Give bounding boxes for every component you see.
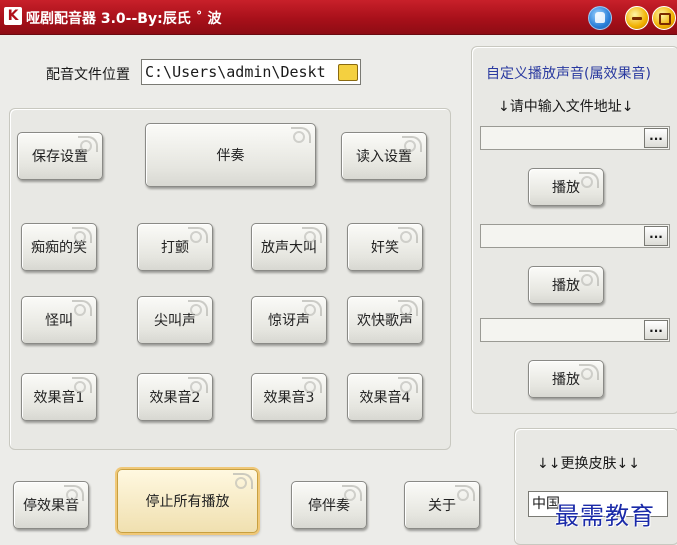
browse-button-2[interactable]: ...: [644, 226, 668, 246]
folder-icon[interactable]: [338, 64, 358, 81]
file-path-value: C:\Users\admin\Deskt: [145, 63, 326, 81]
effect-sound-4-button[interactable]: 效果音4: [347, 373, 423, 421]
title-bar: K 哑剧配音器 3.0--By:辰氏 ˚ 波: [0, 0, 677, 35]
effect-button-2[interactable]: 打颤: [137, 223, 213, 271]
browse-button-3[interactable]: ...: [644, 320, 668, 340]
minimize-button[interactable]: [625, 6, 649, 30]
effect-button-7[interactable]: 惊讶声: [251, 296, 327, 344]
app-logo-icon: K: [4, 7, 22, 25]
stop-all-button[interactable]: 停止所有播放: [117, 469, 258, 533]
play-button-1[interactable]: 播放: [528, 168, 604, 206]
play-button-3[interactable]: 播放: [528, 360, 604, 398]
close-button[interactable]: [652, 6, 676, 30]
custom-file-input-3[interactable]: ...: [480, 318, 670, 342]
effect-sound-3-button[interactable]: 效果音3: [251, 373, 327, 421]
effect-button-1[interactable]: 痴痴的笑: [21, 223, 97, 271]
about-button[interactable]: 关于: [404, 481, 480, 529]
stop-effect-button[interactable]: 停效果音: [13, 481, 89, 529]
effect-sound-1-button[interactable]: 效果音1: [21, 373, 97, 421]
stop-accompany-button[interactable]: 停伴奏: [291, 481, 367, 529]
effect-button-3[interactable]: 放声大叫: [251, 223, 327, 271]
load-settings-button[interactable]: 读入设置: [341, 132, 427, 180]
browse-button-1[interactable]: ...: [644, 128, 668, 148]
file-path-field[interactable]: C:\Users\admin\Deskt: [141, 59, 361, 85]
effect-button-4[interactable]: 奸笑: [347, 223, 423, 271]
save-settings-button[interactable]: 保存设置: [17, 132, 103, 180]
effect-button-5[interactable]: 怪叫: [21, 296, 97, 344]
effect-button-6[interactable]: 尖叫声: [137, 296, 213, 344]
file-location-label: 配音文件位置: [46, 67, 130, 83]
play-button-2[interactable]: 播放: [528, 266, 604, 304]
skin-icon[interactable]: [588, 6, 612, 30]
custom-file-input-1[interactable]: ...: [480, 126, 670, 150]
change-skin-label: ↓↓更换皮肤↓↓: [537, 456, 640, 472]
window-title: 哑剧配音器 3.0--By:辰氏 ˚ 波: [26, 11, 222, 27]
custom-sound-title: 自定义播放声音(属效果音): [486, 66, 651, 82]
input-hint-label: ↓请中输入文件地址↓: [498, 99, 634, 115]
effect-sound-2-button[interactable]: 效果音2: [137, 373, 213, 421]
watermark: 最需教育: [555, 502, 655, 530]
effect-button-8[interactable]: 欢快歌声: [347, 296, 423, 344]
custom-file-input-2[interactable]: ...: [480, 224, 670, 248]
accompany-button[interactable]: 伴奏: [145, 123, 316, 187]
